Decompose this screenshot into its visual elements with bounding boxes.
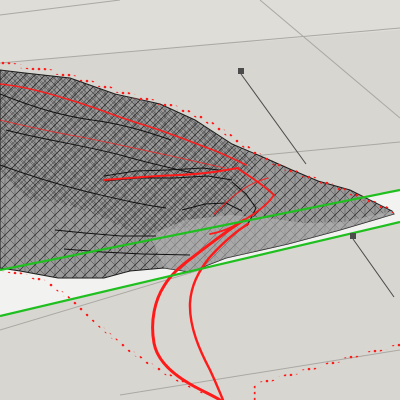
3d-viewport[interactable] xyxy=(0,0,400,400)
square-marker-icon[interactable] xyxy=(238,68,244,74)
terrain-scene[interactable] xyxy=(0,0,400,400)
square-marker-icon[interactable] xyxy=(350,233,356,239)
